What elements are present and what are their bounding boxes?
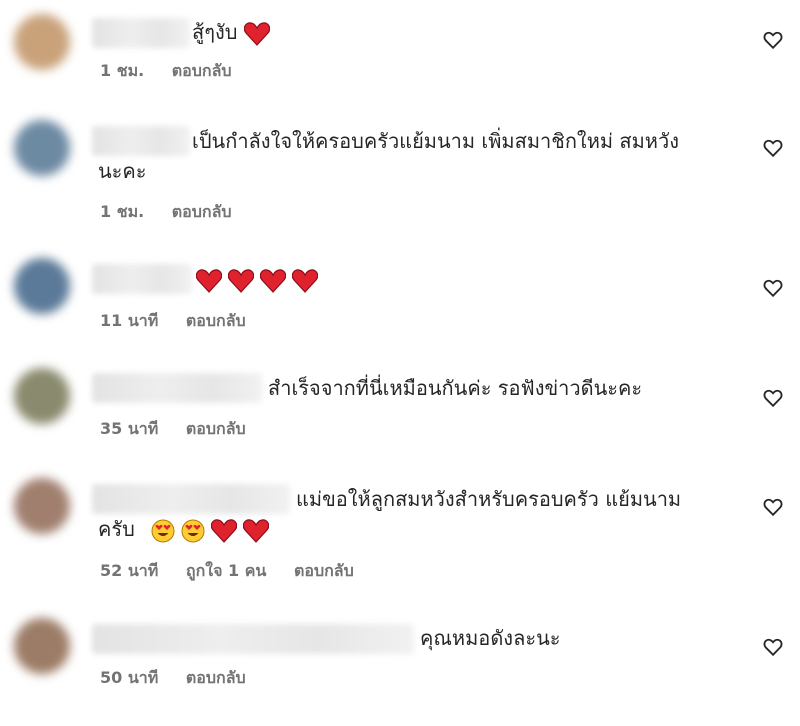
comment-text bbox=[196, 264, 324, 294]
avatar[interactable] bbox=[14, 368, 70, 424]
comment-time: 52 นาที bbox=[100, 561, 159, 580]
reply-button[interactable]: ตอบกลับ bbox=[186, 419, 246, 438]
red-heart-emoji bbox=[228, 268, 254, 293]
comment-text-line: ครับ bbox=[98, 517, 135, 541]
username-blurred[interactable] bbox=[92, 373, 262, 403]
comment-time: 50 นาที bbox=[100, 668, 159, 687]
comment-text-continued: ครับ bbox=[98, 514, 275, 544]
comment-meta: 1 ชม. ตอบกลับ bbox=[100, 61, 254, 81]
comment-text-line: คุณหมอดังละนะ bbox=[420, 626, 561, 650]
like-heart-icon[interactable] bbox=[762, 277, 784, 299]
reply-button[interactable]: ตอบกลับ bbox=[186, 668, 246, 687]
comment-meta: 1 ชม. ตอบกลับ bbox=[100, 202, 254, 222]
reply-button[interactable]: ตอบกลับ bbox=[186, 311, 246, 330]
comment-time: 1 ชม. bbox=[100, 202, 145, 221]
red-heart-emoji bbox=[243, 21, 270, 46]
like-heart-icon[interactable] bbox=[762, 496, 784, 518]
like-count[interactable]: ถูกใจ 1 คน bbox=[186, 561, 266, 580]
like-heart-icon[interactable] bbox=[762, 137, 784, 159]
username-blurred[interactable] bbox=[92, 126, 190, 156]
avatar[interactable] bbox=[14, 14, 70, 70]
comment-meta: 11 นาที ตอบกลับ bbox=[100, 311, 268, 331]
comment-text: คุณหมอดังละนะ bbox=[420, 623, 560, 653]
comment-text-line: สำเร็จจากที่นี่เหมือนกันค่ะ รอฟังข่าวดีน… bbox=[268, 376, 643, 400]
red-heart-emoji bbox=[196, 268, 222, 293]
like-heart-icon[interactable] bbox=[762, 636, 784, 658]
reply-button[interactable]: ตอบกลับ bbox=[172, 202, 232, 221]
avatar[interactable] bbox=[14, 258, 70, 314]
red-heart-emoji bbox=[243, 518, 270, 543]
comment-text: เป็นกำลังใจให้ครอบครัวแย้มนาม เพิ่มสมาชิ… bbox=[192, 126, 679, 156]
username-blurred[interactable] bbox=[92, 624, 414, 654]
comment-text-line: แม่ขอให้ลูกสมหวังสำหรับครอบครัว แย้มนาม bbox=[296, 487, 682, 511]
avatar[interactable] bbox=[14, 478, 70, 534]
reply-button[interactable]: ตอบกลับ bbox=[294, 561, 354, 580]
red-heart-emoji bbox=[260, 268, 286, 293]
comment-text-line: นะคะ bbox=[98, 159, 147, 183]
avatar[interactable] bbox=[14, 120, 70, 176]
comment-text: สำเร็จจากที่นี่เหมือนกันค่ะ รอฟังข่าวดีน… bbox=[268, 373, 642, 403]
comment-text: แม่ขอให้ลูกสมหวังสำหรับครอบครัว แย้มนาม bbox=[296, 484, 681, 514]
like-heart-icon[interactable] bbox=[762, 387, 784, 409]
heart-eyes-emoji bbox=[151, 519, 175, 543]
comment-meta: 50 นาที ตอบกลับ bbox=[100, 668, 268, 688]
reply-button[interactable]: ตอบกลับ bbox=[172, 61, 232, 80]
comment-time: 1 ชม. bbox=[100, 61, 145, 80]
like-heart-icon[interactable] bbox=[762, 29, 784, 51]
username-blurred[interactable] bbox=[92, 18, 190, 48]
username-blurred[interactable] bbox=[92, 264, 192, 294]
username-blurred[interactable] bbox=[92, 484, 290, 514]
comment-time: 35 นาที bbox=[100, 419, 159, 438]
red-heart-emoji bbox=[211, 518, 238, 543]
avatar[interactable] bbox=[14, 618, 70, 674]
heart-eyes-emoji bbox=[181, 519, 205, 543]
red-heart-emoji bbox=[292, 268, 318, 293]
comment-text-continued: นะคะ bbox=[98, 156, 147, 186]
comment-meta: 52 นาที ถูกใจ 1 คน ตอบกลับ bbox=[100, 561, 376, 581]
comment-meta: 35 นาที ตอบกลับ bbox=[100, 419, 268, 439]
comment-text-line: สู้ๆงับ bbox=[192, 20, 238, 44]
comment-time: 11 นาที bbox=[100, 311, 159, 330]
comment-text-line: เป็นกำลังใจให้ครอบครัวแย้มนาม เพิ่มสมาชิ… bbox=[192, 129, 679, 153]
comment-text: สู้ๆงับ bbox=[192, 17, 276, 47]
